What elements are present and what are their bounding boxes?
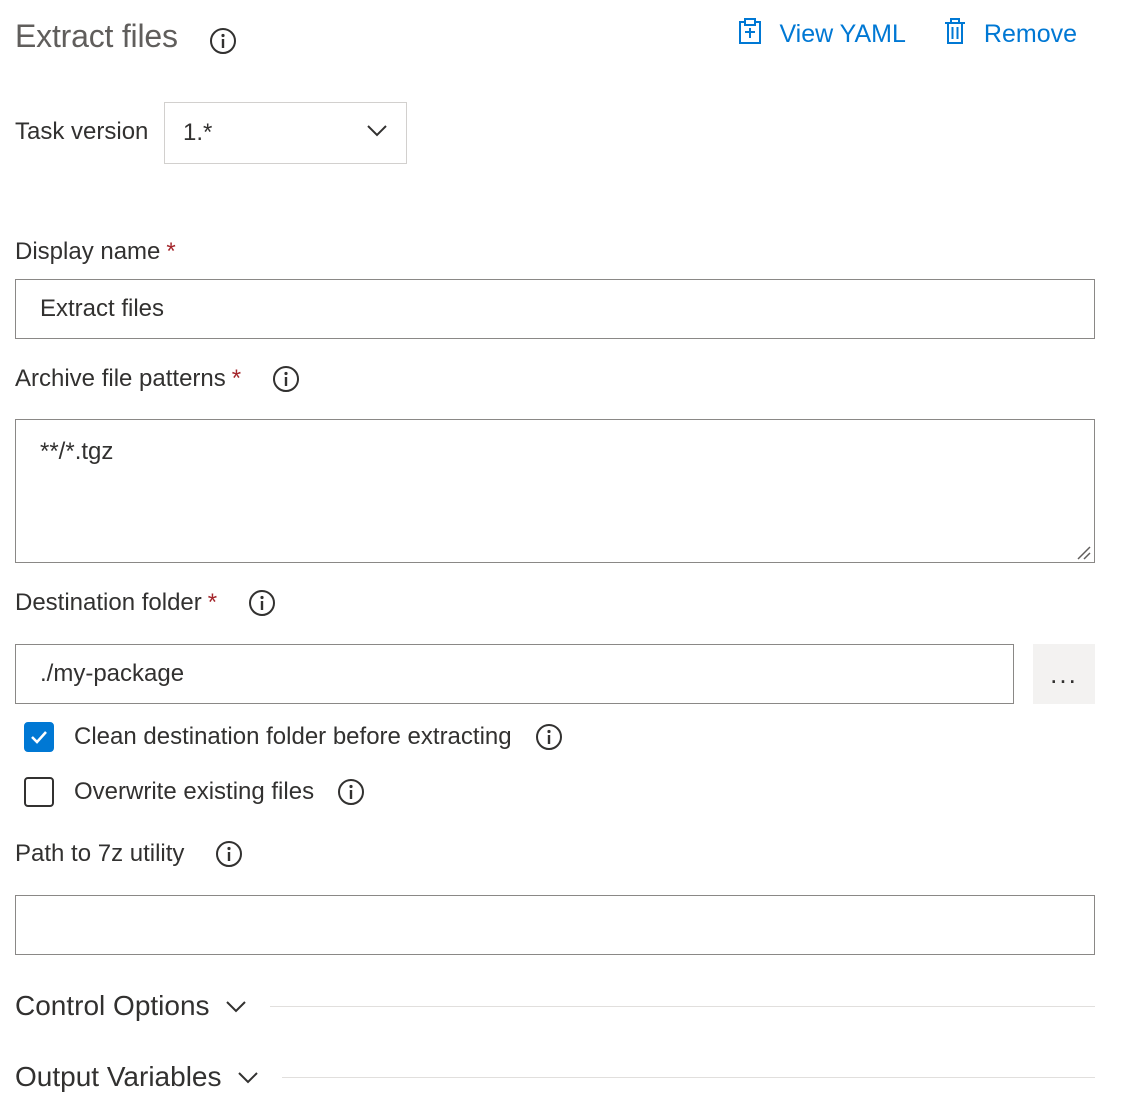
path-7z-label: Path to 7z utility	[15, 839, 244, 869]
archive-patterns-label: Archive file patterns *	[15, 364, 301, 394]
chevron-down-icon	[222, 992, 250, 1020]
overwrite-existing-label[interactable]: Overwrite existing files	[74, 778, 314, 806]
required-marker: *	[166, 238, 176, 265]
divider	[269, 1005, 1095, 1007]
header-actions: View YAML Remove	[735, 16, 1077, 53]
task-version-label: Task version	[15, 118, 149, 145]
overwrite-existing-checkbox[interactable]	[24, 777, 54, 807]
page-title: Extract files	[15, 18, 178, 54]
clean-destination-checkbox[interactable]	[24, 722, 54, 752]
output-variables-section[interactable]: Output Variables	[15, 1061, 1095, 1093]
display-name-input[interactable]	[15, 279, 1095, 339]
remove-label: Remove	[983, 20, 1077, 48]
destination-folder-input[interactable]	[15, 644, 1014, 704]
destination-folder-label-text: Destination folder	[15, 589, 202, 616]
chevron-down-icon	[234, 1063, 262, 1091]
archive-patterns-textarea[interactable]: **/*.tgz	[15, 419, 1095, 563]
control-options-section[interactable]: Control Options	[15, 990, 1095, 1022]
display-name-label: Display name *	[15, 238, 176, 266]
task-editor-panel: Extract files View YAML Remove Task vers…	[0, 0, 1123, 1115]
divider	[281, 1076, 1095, 1078]
output-variables-label: Output Variables	[15, 1061, 222, 1092]
display-name-label-text: Display name	[15, 238, 161, 265]
info-icon[interactable]	[208, 26, 238, 56]
clean-destination-label[interactable]: Clean destination folder before extracti…	[74, 723, 512, 751]
resize-grip-icon[interactable]	[1074, 543, 1092, 561]
destination-folder-label: Destination folder *	[15, 588, 277, 618]
info-icon[interactable]	[336, 777, 366, 807]
clean-destination-option: Clean destination folder before extracti…	[24, 722, 564, 752]
info-icon[interactable]	[214, 839, 244, 869]
chevron-down-icon	[364, 117, 390, 150]
info-icon[interactable]	[247, 588, 277, 618]
view-yaml-button[interactable]: View YAML	[735, 16, 906, 53]
required-marker: *	[207, 589, 218, 616]
task-version-value: 1.*	[183, 119, 213, 146]
path-7z-input[interactable]	[15, 895, 1095, 955]
info-icon[interactable]	[534, 722, 564, 752]
clipboard-icon	[735, 16, 765, 53]
overwrite-existing-option: Overwrite existing files	[24, 777, 366, 807]
control-options-label: Control Options	[15, 990, 210, 1021]
task-version-dropdown[interactable]: 1.*	[164, 102, 407, 164]
trash-icon	[940, 16, 970, 53]
info-icon[interactable]	[271, 364, 301, 394]
remove-button[interactable]: Remove	[940, 16, 1077, 53]
archive-patterns-label-text: Archive file patterns	[15, 365, 226, 392]
view-yaml-label: View YAML	[779, 20, 906, 48]
browse-button[interactable]: ...	[1033, 644, 1095, 704]
required-marker: *	[231, 365, 242, 392]
checkmark-icon	[31, 731, 47, 744]
path-7z-label-text: Path to 7z utility	[15, 840, 185, 867]
